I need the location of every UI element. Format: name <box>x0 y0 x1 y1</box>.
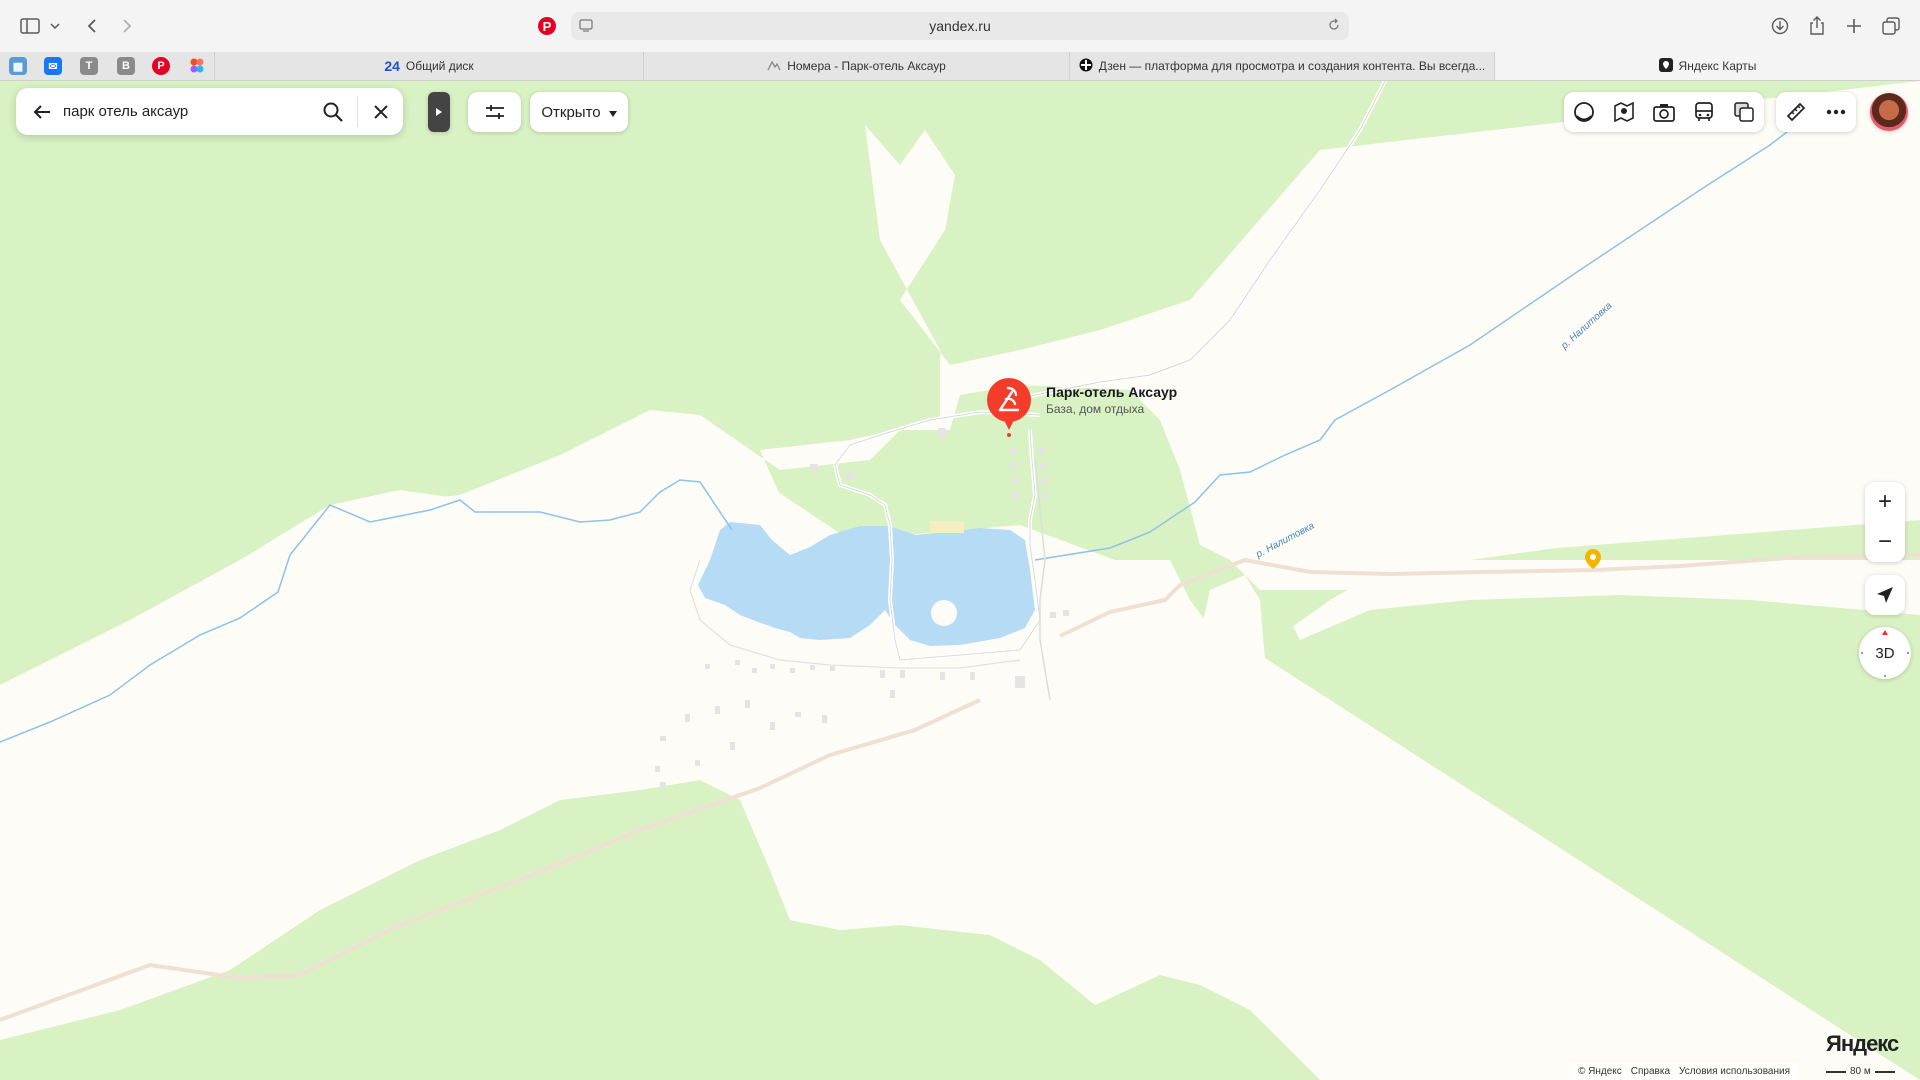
search-panel: парк отель аксаур <box>16 88 403 135</box>
search-icon[interactable] <box>320 99 346 125</box>
map-footer: © Яндекс Справка Условия использования <box>1570 1063 1799 1080</box>
user-avatar[interactable] <box>1870 93 1908 131</box>
map-canvas[interactable]: р. Налитовка р. Налитовка <box>0 81 1920 1080</box>
tab-dzen[interactable]: Дзен — платформа для просмотра и создани… <box>1069 52 1494 80</box>
poi-subtitle: База, дом отдыха <box>1046 402 1145 416</box>
tab-rooms[interactable]: Номера - Парк-отель Аксаур <box>643 52 1069 80</box>
tab-title: Дзен — платформа для просмотра и создани… <box>1098 59 1486 73</box>
address-bar[interactable]: yandex.ru <box>571 12 1349 40</box>
back-arrow-icon[interactable] <box>30 100 54 124</box>
tab-title: Номера - Парк-отель Аксаур <box>787 59 946 73</box>
dzen-tab-icon <box>1079 58 1093 75</box>
compass-icon <box>1860 630 1910 678</box>
filters-button[interactable] <box>468 92 521 132</box>
mail-icon[interactable]: ✉ <box>44 57 62 75</box>
scale-line <box>1874 1070 1895 1073</box>
compass-3d-button[interactable]: 3D <box>1859 627 1911 679</box>
copyright-link[interactable]: © Яндекс <box>1578 1066 1622 1077</box>
open-now-label: Открыто <box>541 103 601 121</box>
logo-text: Яндекс <box>1826 1031 1899 1056</box>
layers-toolbar <box>1564 92 1764 132</box>
locate-me-button[interactable] <box>1865 575 1905 615</box>
svg-text:P: P <box>543 19 552 34</box>
orange-poi-marker <box>1585 549 1601 569</box>
zoom-control: + − <box>1865 482 1905 562</box>
figma-icon[interactable] <box>188 57 206 75</box>
traffic-icon[interactable] <box>1572 100 1596 124</box>
tools-toolbar <box>1776 92 1856 132</box>
help-link[interactable]: Справка <box>1631 1066 1670 1077</box>
t-icon[interactable]: T <box>80 57 98 75</box>
location-arrow-icon <box>1877 587 1893 603</box>
tab-bar: ▦ ✉ T В P 24 Общий диск Номера - Парк-от… <box>0 52 1920 81</box>
sidebar-toggle-icon[interactable] <box>18 14 42 38</box>
divider <box>357 96 358 127</box>
browser-toolbar: P yandex.ru <box>0 0 1920 53</box>
hotel-poi-marker[interactable] <box>986 378 1032 438</box>
map-base-layer <box>0 81 1920 1080</box>
hotel-tab-icon <box>767 59 781 74</box>
scale-bar: 80 м <box>1826 1063 1895 1080</box>
tab-disk[interactable]: 24 Общий диск <box>214 52 643 80</box>
tab-title: Яндекс Карты <box>1678 59 1757 73</box>
terms-link[interactable]: Условия использования <box>1679 1066 1790 1077</box>
downloads-icon[interactable] <box>1768 14 1792 38</box>
back-icon[interactable] <box>80 14 104 38</box>
panorama-icon[interactable] <box>1612 100 1636 124</box>
more-icon[interactable] <box>1824 100 1848 124</box>
ruler-icon[interactable] <box>1784 100 1808 124</box>
poi-title[interactable]: Парк-отель Аксаур <box>1046 384 1177 400</box>
scale-line <box>1826 1070 1846 1073</box>
search-input[interactable]: парк отель аксаур <box>63 88 188 135</box>
calendar-icon[interactable]: ▦ <box>9 57 27 75</box>
zoom-in-button[interactable]: + <box>1865 482 1905 522</box>
forward-icon[interactable] <box>115 14 139 38</box>
url-text: yandex.ru <box>929 18 991 34</box>
chevron-down-icon[interactable] <box>48 14 62 38</box>
new-tab-icon[interactable] <box>1842 14 1866 38</box>
pinterest-bookmark-icon[interactable]: P <box>152 57 170 75</box>
zoom-out-button[interactable]: − <box>1865 522 1905 562</box>
disk-tab-icon: 24 <box>384 58 400 74</box>
maps-tab-icon <box>1658 57 1673 75</box>
dropdown-arrow-icon <box>608 104 617 121</box>
filters-icon <box>485 105 504 119</box>
pinterest-icon[interactable]: P <box>535 14 559 38</box>
transport-icon[interactable] <box>1692 100 1716 124</box>
close-icon[interactable] <box>369 100 393 124</box>
tab-yandex-maps[interactable]: Яндекс Карты <box>1494 52 1920 80</box>
open-now-dropdown[interactable]: Открыто <box>530 92 628 132</box>
scale-label: 80 м <box>1850 1066 1871 1077</box>
reload-icon[interactable] <box>1327 18 1341 35</box>
layers-icon[interactable] <box>1732 100 1756 124</box>
page-settings-icon[interactable] <box>579 18 593 35</box>
camera-icon[interactable] <box>1652 100 1676 124</box>
collapse-panel-button[interactable] <box>428 92 450 132</box>
share-icon[interactable] <box>1805 14 1829 38</box>
yandex-logo: Яндекс <box>1826 1031 1899 1057</box>
tab-overview-icon[interactable] <box>1879 14 1903 38</box>
vk-icon[interactable]: В <box>117 57 135 75</box>
tab-title: Общий диск <box>405 59 474 73</box>
parking-area <box>930 521 964 533</box>
